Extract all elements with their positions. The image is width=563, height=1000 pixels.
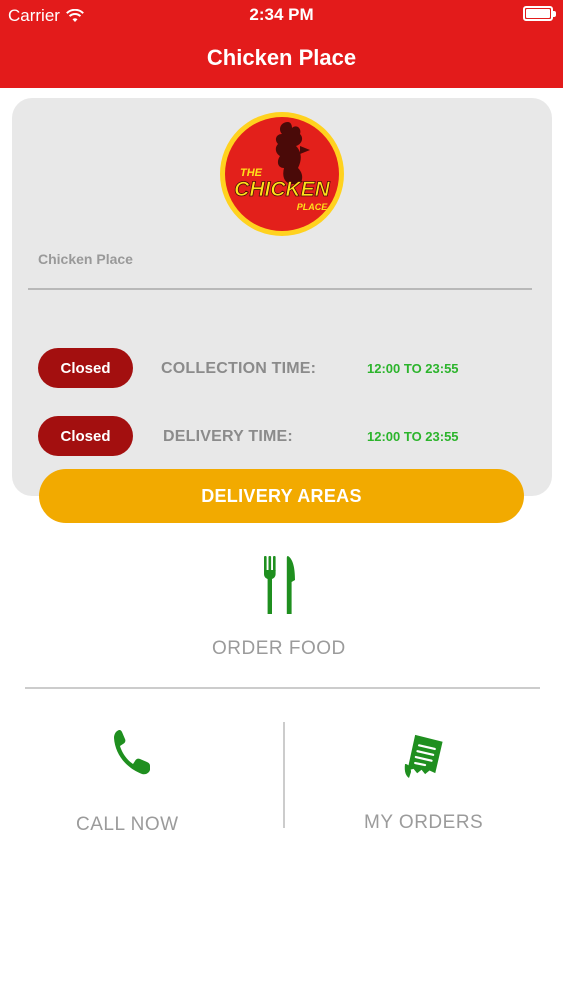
section-divider xyxy=(25,687,540,689)
name-underline xyxy=(28,288,532,290)
delivery-time-value: 12:00 TO 23:55 xyxy=(367,429,459,444)
page-title: Chicken Place xyxy=(206,45,357,70)
my-orders-button[interactable]: MY ORDERS xyxy=(345,730,505,840)
logo-text-main: CHICKEN xyxy=(234,178,331,201)
restaurant-logo: THE CHICKEN PLACE xyxy=(220,112,344,236)
delivery-status-badge[interactable]: Closed xyxy=(38,416,133,456)
logo-text-bottom: PLACE xyxy=(297,202,328,212)
collection-time-value: 12:00 TO 23:55 xyxy=(367,361,459,376)
order-food-button[interactable]: ORDER FOOD xyxy=(190,550,374,670)
battery-icon xyxy=(523,6,556,21)
column-divider xyxy=(283,722,285,828)
app-header: Carrier 2:34 PM Chicken Place xyxy=(0,0,563,88)
receipt-icon xyxy=(404,734,443,778)
restaurant-name: Chicken Place xyxy=(38,251,133,267)
collection-time-label: COLLECTION TIME: xyxy=(161,360,317,377)
delivery-time-label: DELIVERY TIME: xyxy=(163,428,293,445)
status-time: 2:34 PM xyxy=(249,5,314,24)
phone-icon xyxy=(114,730,150,775)
call-now-label: CALL NOW xyxy=(76,814,179,835)
cutlery-icon xyxy=(264,556,295,614)
collection-status-badge[interactable]: Closed xyxy=(38,348,133,388)
my-orders-label: MY ORDERS xyxy=(364,812,484,833)
order-food-label: ORDER FOOD xyxy=(212,638,346,659)
call-now-button[interactable]: CALL NOW xyxy=(60,725,200,845)
status-bar: Carrier 2:34 PM xyxy=(0,0,563,30)
delivery-areas-button[interactable]: DELIVERY AREAS xyxy=(39,469,524,523)
